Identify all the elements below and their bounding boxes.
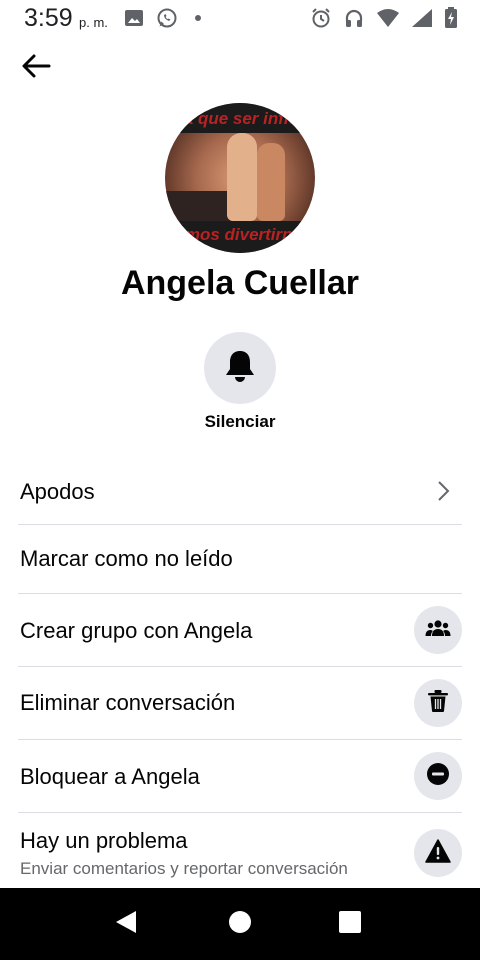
report-problem-button[interactable] — [414, 829, 462, 877]
menu-item-label: Hay un problema — [20, 828, 188, 853]
create-group-button[interactable] — [414, 606, 462, 654]
menu-item-label: Marcar como no leído — [20, 546, 233, 571]
delete-conversation-button[interactable] — [414, 679, 462, 727]
back-button[interactable] — [18, 52, 54, 84]
avatar[interactable]: ra que ser infiel demos divertirnos ju — [165, 103, 315, 253]
notification-icons — [124, 7, 206, 34]
trash-icon — [427, 689, 449, 718]
nav-back-button[interactable] — [106, 904, 146, 944]
battery-icon — [444, 7, 458, 34]
nav-home-button[interactable] — [220, 904, 260, 944]
signal-icon — [411, 8, 433, 33]
group-icon — [425, 619, 451, 642]
menu-item-mark-unread[interactable]: Marcar como no leído — [0, 525, 480, 592]
avatar-figure — [227, 133, 257, 221]
whatsapp-icon — [156, 7, 178, 34]
avatar-caption-top: ra que ser infiel — [177, 109, 303, 128]
home-circle-icon — [228, 910, 252, 939]
navigation-bar — [0, 888, 480, 960]
image-icon — [124, 8, 144, 33]
menu-item-report-problem[interactable]: Hay un problema Enviar comentarios y rep… — [0, 813, 480, 887]
menu-item-delete-conversation[interactable]: Eliminar conversación — [0, 667, 480, 739]
headphones-icon — [343, 7, 365, 34]
menu-item-label: Apodos — [20, 479, 95, 504]
alarm-icon — [310, 7, 332, 34]
menu-item-nicknames[interactable]: Apodos — [0, 457, 480, 523]
arrow-left-icon — [21, 54, 51, 83]
recents-square-icon — [339, 910, 361, 938]
menu-item-sublabel: Enviar comentarios y reportar conversaci… — [20, 859, 348, 878]
avatar-figure — [257, 143, 285, 221]
system-icons — [310, 7, 458, 34]
menu-item-label: Crear grupo con Angela — [20, 618, 253, 643]
nav-recents-button[interactable] — [330, 904, 370, 944]
avatar-sofa — [165, 191, 235, 221]
block-icon — [426, 762, 450, 791]
warning-icon — [425, 838, 451, 868]
menu-item-label: Eliminar conversación — [20, 690, 236, 715]
mute-button[interactable] — [204, 332, 276, 404]
menu-item-label: Bloquear a Angela — [20, 764, 200, 789]
profile-name: Angela Cuellar — [120, 264, 360, 302]
bell-icon — [223, 348, 257, 389]
mute-label: Silenciar — [204, 412, 276, 431]
dot-icon — [190, 8, 206, 33]
back-triangle-icon — [114, 909, 138, 940]
menu-item-create-group[interactable]: Crear grupo con Angela — [0, 594, 480, 666]
status-bar: 3:59 p. m. — [0, 0, 480, 36]
menu-item-block[interactable]: Bloquear a Angela — [0, 740, 480, 812]
block-button[interactable] — [414, 752, 462, 800]
chevron-right-icon — [436, 480, 452, 507]
status-ampm: p. m. — [79, 15, 108, 30]
avatar-caption-bottom: demos divertirnos ju — [165, 225, 315, 244]
wifi-icon — [376, 8, 400, 33]
status-time: 3:59 — [24, 4, 73, 32]
